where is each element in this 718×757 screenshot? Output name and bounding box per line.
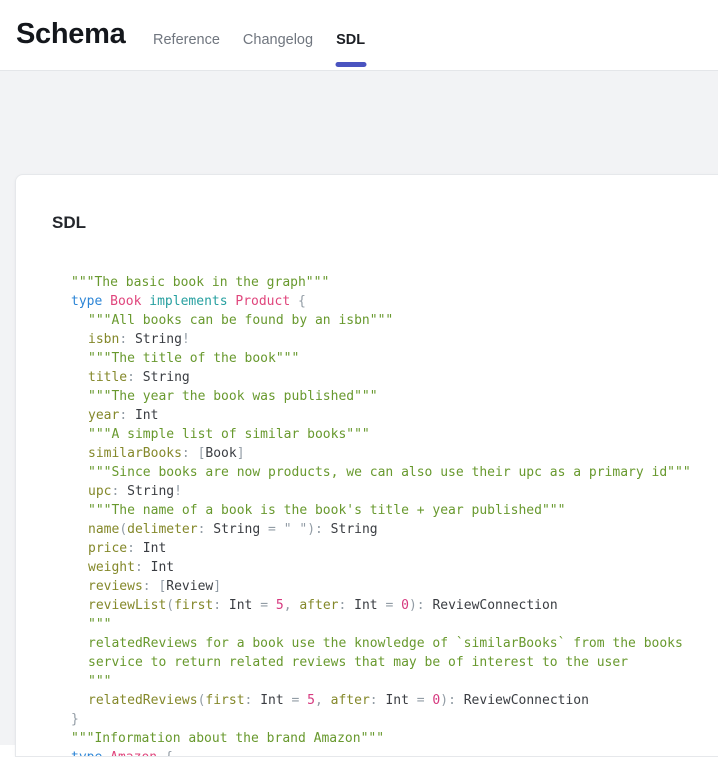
code-line: year: Int — [71, 406, 718, 425]
code-line: name(delimeter: String = " "): String — [71, 520, 718, 539]
active-tab-indicator — [335, 62, 366, 67]
tab-bar: Reference Changelog SDL — [153, 0, 365, 71]
page-title: Schema — [16, 18, 125, 51]
code-line: """Since books are now products, we can … — [71, 463, 718, 482]
code-line: """The basic book in the graph""" — [71, 273, 718, 292]
tab-reference-label: Reference — [153, 32, 220, 48]
code-line: """ — [71, 672, 718, 691]
code-line: isbn: String! — [71, 330, 718, 349]
code-line: """All books can be found by an isbn""" — [71, 311, 718, 330]
page-header: Schema Reference Changelog SDL — [0, 0, 718, 71]
sdl-panel-heading: SDL — [52, 213, 718, 233]
code-line: """The name of a book is the book's titl… — [71, 501, 718, 520]
code-line: price: Int — [71, 539, 718, 558]
code-line: """The title of the book""" — [71, 349, 718, 368]
code-line: service to return related reviews that m… — [71, 653, 718, 672]
code-line: type Book implements Product { — [71, 292, 718, 311]
page-background: SDL """The basic book in the graph"""typ… — [0, 71, 718, 745]
tab-changelog-label: Changelog — [243, 32, 313, 48]
sdl-code-block: """The basic book in the graph"""type Bo… — [16, 233, 718, 757]
code-line: } — [71, 710, 718, 729]
code-line: similarBooks: [Book] — [71, 444, 718, 463]
code-line: title: String — [71, 368, 718, 387]
code-line: """Information about the brand Amazon""" — [71, 729, 718, 748]
tab-changelog[interactable]: Changelog — [243, 0, 313, 71]
code-line: reviews: [Review] — [71, 577, 718, 596]
code-line: relatedReviews(first: Int = 5, after: In… — [71, 691, 718, 710]
code-line: relatedReviews for a book use the knowle… — [71, 634, 718, 653]
code-line: """A simple list of similar books""" — [71, 425, 718, 444]
code-line: """The year the book was published""" — [71, 387, 718, 406]
code-line: type Amazon { — [71, 748, 718, 757]
code-line: weight: Int — [71, 558, 718, 577]
tab-reference[interactable]: Reference — [153, 0, 220, 71]
sdl-panel: SDL """The basic book in the graph"""typ… — [15, 174, 718, 757]
code-line: """ — [71, 615, 718, 634]
tab-sdl-label: SDL — [336, 32, 365, 48]
code-line: upc: String! — [71, 482, 718, 501]
tab-sdl[interactable]: SDL — [336, 0, 365, 71]
code-line: reviewList(first: Int = 5, after: Int = … — [71, 596, 718, 615]
